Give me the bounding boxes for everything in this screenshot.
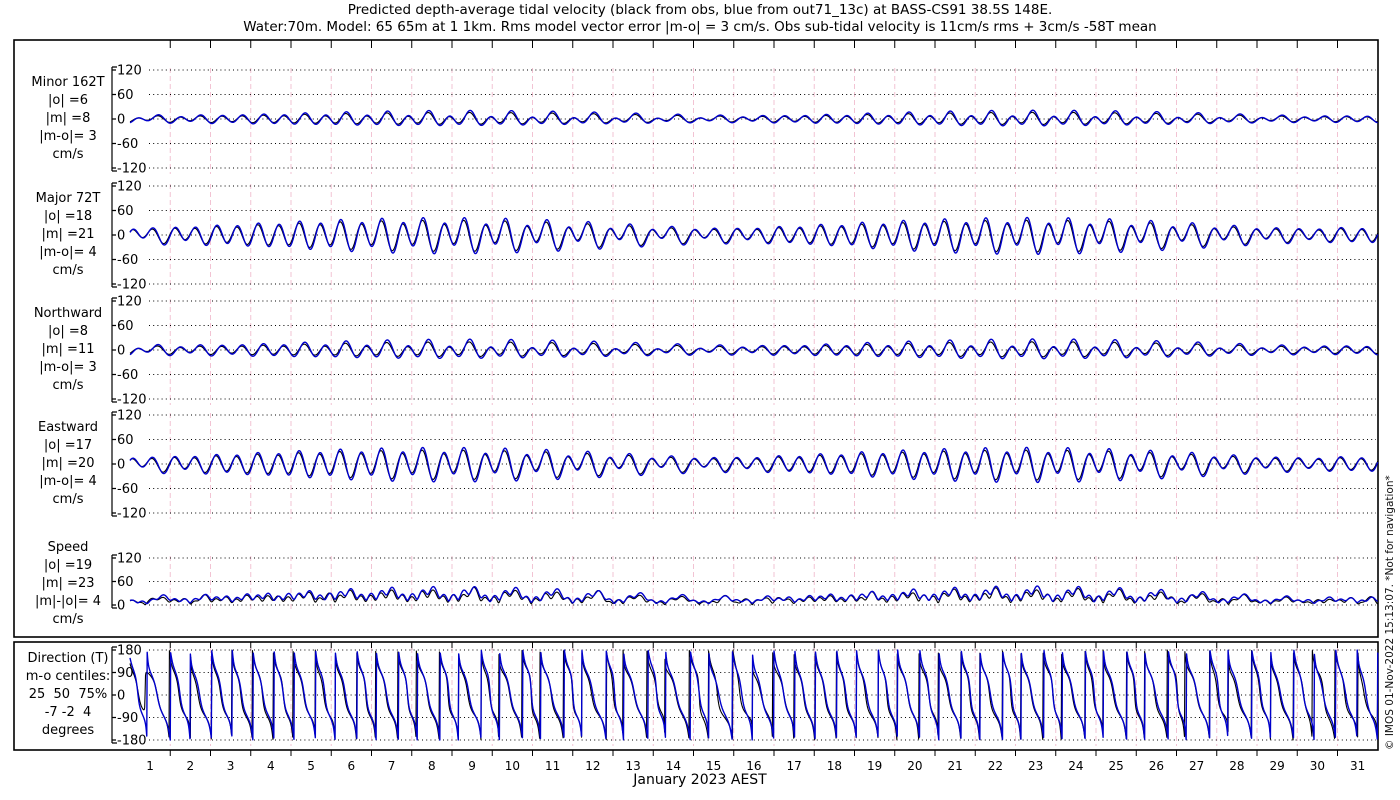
x-tick-label: 3 [227,759,235,773]
panel-label-line: |m| =8 [45,111,91,126]
major-model-line [129,216,1379,256]
x-tick-label: 8 [428,759,436,773]
northward-obs-line [129,341,1378,358]
panel-label-line: |o| =6 [47,93,88,108]
x-tick-label: 10 [505,759,520,773]
panel-label-line: |m-o|= 4 [39,474,97,489]
minor-model-line [129,109,1379,127]
panel-label-line: cm/s [52,263,84,278]
panel-label-line: |m| =11 [41,342,95,357]
panel-label-line: Speed [47,540,89,555]
x-tick-label: 13 [625,759,640,773]
panel-label-line: |m| =20 [41,456,95,471]
panel-label-line: cm/s [52,612,84,627]
x-tick-label: 23 [1028,759,1043,773]
x-tick-label: 18 [827,759,842,773]
minor-obs-line [129,111,1378,125]
panel-label-line: |o| =8 [47,324,88,339]
panel-label-line: Minor 162T [31,75,105,90]
panel-label-line: |o| =18 [43,209,93,224]
panel-label-eastward: Eastward |o| =17 |m| =20 |m-o|= 4 cm/s [12,419,124,509]
x-tick-label: 17 [786,759,801,773]
x-tick-label: 4 [267,759,275,773]
plot-canvas: 1 2 3 4 5 6 7 8 9 10 11 12 13 14 15 16 17 18 19 20 21 22 23 24 2… [13,39,1379,773]
main-panel-frame [13,39,1379,638]
x-tick-label: 6 [348,759,356,773]
northward-model-line [129,338,1379,360]
x-tick-label: 11 [545,759,560,773]
x-tick-label: 22 [988,759,1003,773]
panel-label-line: |m-o|= 4 [39,245,97,260]
panel-label-direction: Direction (T) m-o centiles: 25 50 75% -7 -2… [12,650,124,740]
panel-label-line: Direction (T) [27,651,109,666]
panel-label-line: |m| =23 [41,576,95,591]
panel-label-northward: Northward |o| =8 |m| =11 |m-o|= 3 cm/s [12,305,124,395]
x-tick-label: 20 [907,759,922,773]
x-tick-label: 31 [1350,759,1365,773]
panel-label-line: 25 50 75% [28,687,108,702]
eastward-model-line [129,446,1379,484]
panel-label-line: -7 -2 4 [44,705,92,720]
x-tick-label: 28 [1229,759,1244,773]
x-axis-label: January 2023 AEST [633,772,767,788]
x-tick-label: 21 [947,759,962,773]
panel-label-major: Major 72T |o| =18 |m| =21 |m-o|= 4 cm/s [12,190,124,280]
x-tick-label: 29 [1269,759,1284,773]
x-tick-label: 5 [307,759,315,773]
panel-label-line: cm/s [52,147,84,162]
x-tick-label: 15 [706,759,721,773]
x-tick-label: 27 [1189,759,1204,773]
x-tick-label: 19 [867,759,882,773]
x-tick-label: 9 [468,759,476,773]
imos-watermark: © IMOS 01-Nov-2022 15:13:07. *Not for na… [1384,475,1396,750]
x-tick-label: 26 [1149,759,1164,773]
panel-label-line: m-o centiles: [25,669,111,684]
panel-label-line: Northward [33,306,103,321]
x-tick-label: 7 [388,759,396,773]
panel-label-minor: Minor 162T |o| =6 |m| =8 |m-o|= 3 cm/s [12,74,124,164]
panel-label-line: |m-o|= 3 [39,360,97,375]
x-tick-label: 30 [1310,759,1325,773]
tidal-velocity-figure: Predicted depth-average tidal velocity (… [0,0,1400,800]
panel-label-line: |m|-|o|= 4 [34,594,102,609]
panel-label-line: |m-o|= 3 [39,129,97,144]
x-tick-label: 2 [187,759,195,773]
panel-label-line: |o| =17 [43,438,93,453]
x-tick-label: 12 [585,759,600,773]
x-tick-label: 24 [1068,759,1083,773]
x-tick-label: 14 [666,759,681,773]
panel-label-line: Major 72T [35,191,101,206]
panel-label-line: |m| =21 [41,227,95,242]
panel-label-speed: Speed |o| =19 |m| =23 |m|-|o|= 4 cm/s [12,539,124,629]
direction-panel-frame [13,641,1379,751]
panel-label-line: cm/s [52,492,84,507]
panel-label-line: |o| =19 [43,558,93,573]
x-tick-label: 1 [146,759,154,773]
x-tick-label: 16 [746,759,761,773]
panel-label-line: cm/s [52,378,84,393]
eastward-obs-line [129,449,1379,481]
panel-label-line: Eastward [37,420,99,435]
x-tick-label: 25 [1108,759,1123,773]
panel-label-line: degrees [41,723,95,738]
